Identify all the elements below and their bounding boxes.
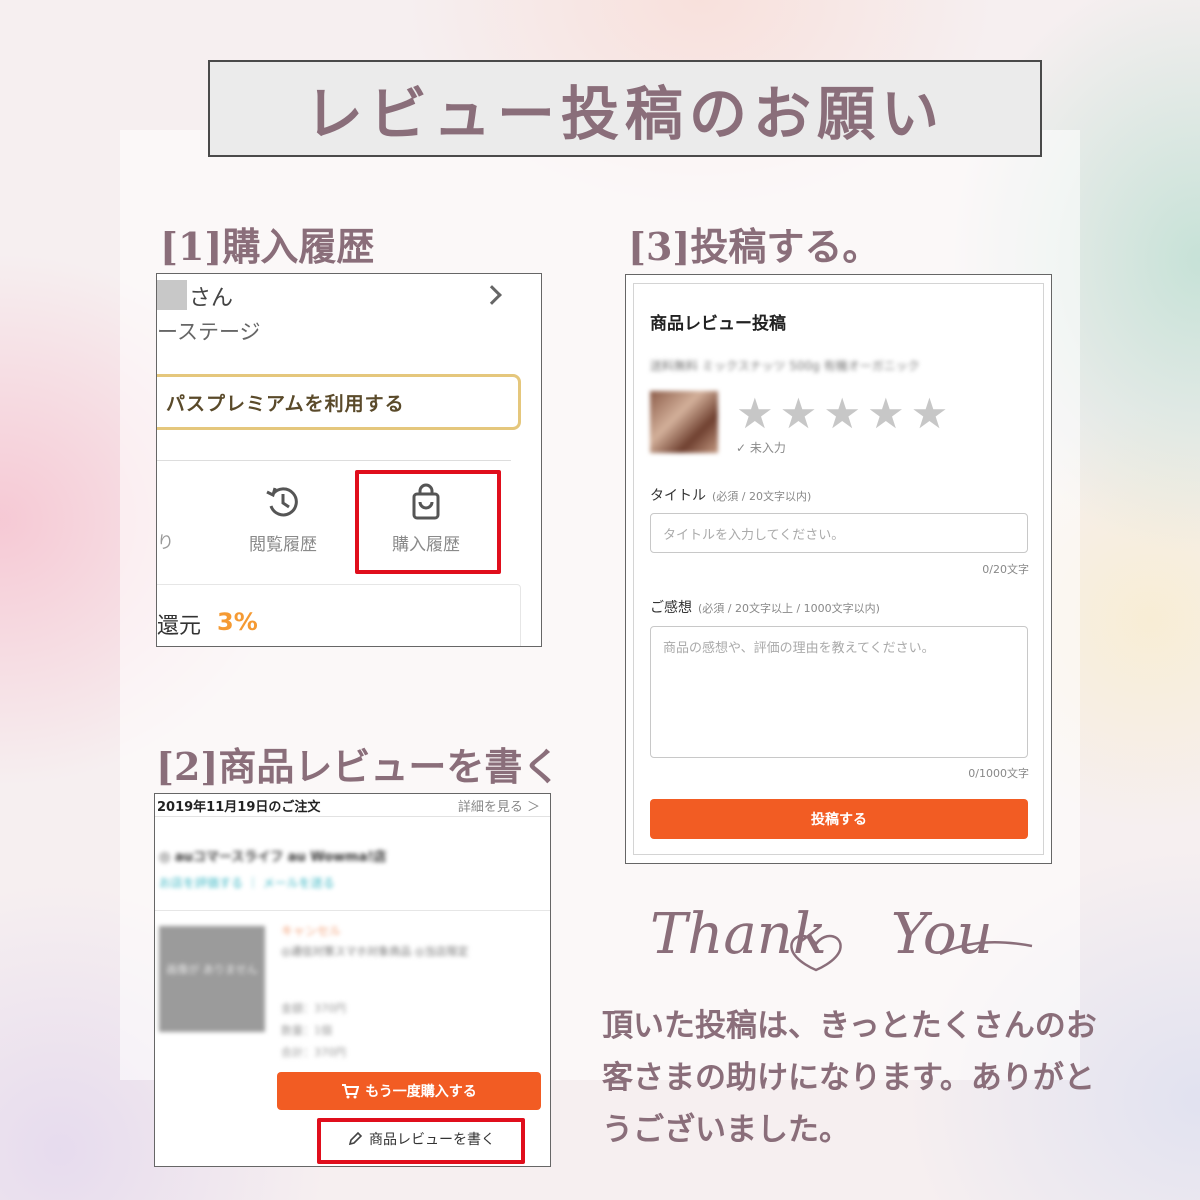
order-date: 2019年11月19日のご注文 — [157, 800, 321, 815]
history-icon — [266, 487, 298, 517]
browsing-history-label: 閲覧履歴 — [249, 535, 317, 555]
step-1-title: [1]購入履歴 — [160, 224, 375, 269]
product-description: ◎通信対策スマホ対象商品 ◎当店限定 — [281, 945, 469, 958]
thank-you-message: 頂いた投稿は、きっとたくさんのお客さまの助けになります。ありがとうございました。 — [602, 1008, 1097, 1148]
divider — [155, 816, 550, 817]
user-avatar-placeholder — [157, 280, 187, 310]
menu-item-partial[interactable]: り — [157, 528, 174, 553]
order-details-link[interactable]: 詳細を見る ＞ — [458, 796, 540, 815]
impression-label-note: (必須 / 20文字以上 / 1000文字以内) — [698, 602, 880, 615]
title-placeholder: タイトルを入力してください。 — [663, 528, 845, 543]
title-field-label: タイトル (必須 / 20文字以内) — [650, 485, 811, 505]
star-icon[interactable]: ★ — [736, 393, 774, 435]
step-2-title: [2]商品レビューを書く — [156, 744, 561, 789]
thank-you-word-1: Thank — [650, 902, 827, 967]
page-title: レビュー投稿のお願い — [304, 79, 945, 148]
chevron-right-icon[interactable] — [482, 285, 502, 305]
price-meta: 金額：370円 — [281, 1002, 346, 1015]
impression-placeholder: 商品の感想や、評価の理由を教えてください。 — [663, 641, 935, 656]
return-value: 3% — [217, 608, 258, 636]
total-meta: 合計：370円 — [281, 1046, 346, 1059]
star-rating[interactable]: ★ ★ ★ ★ ★ — [736, 393, 948, 435]
product-thumbnail: 画像が ありません — [159, 926, 265, 1032]
impression-char-count: 0/1000文字 — [968, 767, 1029, 780]
divider — [157, 460, 511, 461]
user-name-suffix: さん — [189, 286, 234, 311]
star-icon[interactable]: ★ — [823, 393, 861, 435]
title-label-note: (必須 / 20文字以内) — [712, 490, 812, 503]
title-char-count: 0/20文字 — [982, 563, 1029, 576]
write-review-screenshot: 2019年11月19日のご注文 詳細を見る ＞ ◎ auコマースライフ au W… — [154, 793, 551, 1167]
submit-review-button[interactable]: 投稿する — [650, 799, 1028, 839]
shop-name: ◎ auコマースライフ au Wowma!店 — [159, 850, 387, 865]
submit-button-label: 投稿する — [811, 812, 867, 828]
highlight-frame — [355, 470, 501, 574]
member-stage: ーステージ — [157, 320, 261, 344]
impression-field-label: ご感想 (必須 / 20文字以上 / 1000文字以内) — [650, 597, 880, 617]
highlight-frame — [317, 1118, 525, 1164]
page-title-box: レビュー投稿のお願い — [208, 60, 1042, 157]
rebuy-button-label: もう一度購入する — [365, 1084, 477, 1100]
premium-button-label: パスプレミアムを利用する — [166, 392, 405, 415]
browsing-history-item[interactable]: 閲覧履歴 — [235, 482, 331, 555]
shop-links[interactable]: お店を評価する ｜ メールを送る — [159, 874, 335, 891]
thank-you-word-2: You — [890, 902, 993, 967]
divider — [155, 910, 550, 911]
review-form-heading: 商品レビュー投稿 — [650, 314, 786, 334]
rating-status: ✓ 未入力 — [736, 441, 786, 455]
purchase-history-screenshot: さん ーステージ パスプレミアムを利用する り 閲覧履歴 購入履歴 還元 3% — [156, 273, 542, 647]
star-icon[interactable]: ★ — [780, 393, 818, 435]
title-label-text: タイトル — [650, 488, 706, 504]
cart-icon — [342, 1084, 360, 1099]
star-icon[interactable]: ★ — [911, 393, 949, 435]
thank-you-script: Thank You — [640, 896, 1040, 986]
review-body-textarea[interactable]: 商品の感想や、評価の理由を教えてください。 — [650, 626, 1028, 758]
post-review-screenshot: 商品レビュー投稿 送料無料 ミックスナッツ 500g 有機オーガニック ★ ★ … — [625, 274, 1052, 864]
order-status: キャンセル — [281, 924, 342, 938]
points-card — [157, 584, 521, 646]
premium-button[interactable]: パスプレミアムを利用する — [157, 374, 521, 430]
quantity-meta: 数量：1個 — [281, 1024, 332, 1037]
rebuy-button[interactable]: もう一度購入する — [277, 1072, 541, 1110]
step-3-title: [3]投稿する。 — [628, 224, 881, 269]
product-image — [650, 391, 718, 453]
thank-you-text: Thank You — [650, 902, 993, 967]
impression-label-text: ご感想 — [650, 600, 692, 616]
star-icon[interactable]: ★ — [867, 393, 905, 435]
return-label: 還元 — [157, 614, 202, 639]
product-name-blurred: 送料無料 ミックスナッツ 500g 有機オーガニック — [650, 359, 920, 373]
review-title-input[interactable]: タイトルを入力してください。 — [650, 513, 1028, 553]
